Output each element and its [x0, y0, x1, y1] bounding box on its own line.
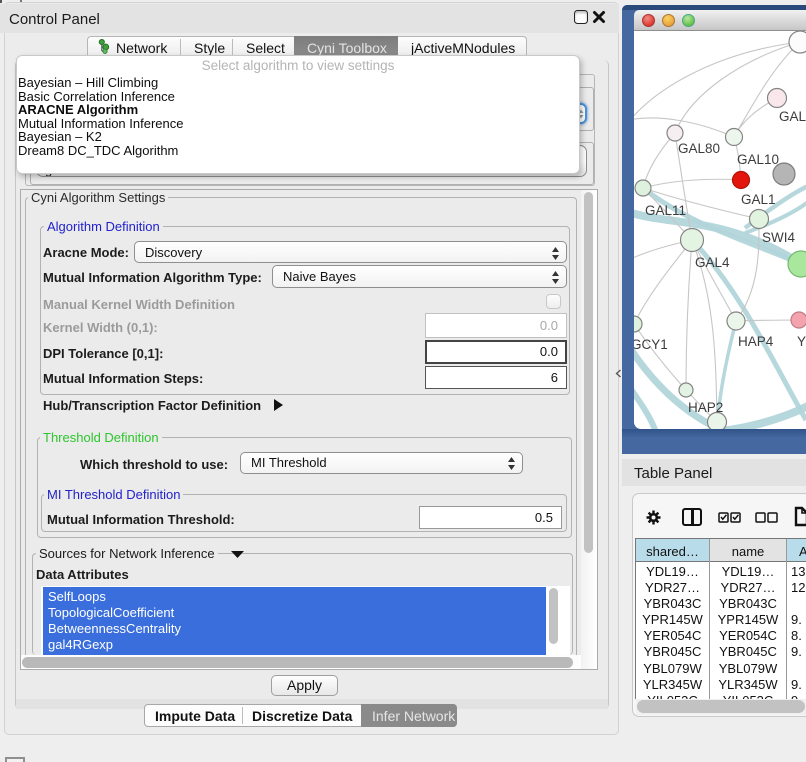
svg-text:SWI4: SWI4	[762, 230, 795, 245]
svg-text:GCY1: GCY1	[634, 337, 668, 352]
svg-text:GAL11: GAL11	[645, 203, 686, 218]
svg-text:GAL2: GAL2	[779, 109, 806, 124]
svg-text:GAL80: GAL80	[678, 141, 720, 156]
svg-text:GAL1: GAL1	[741, 192, 776, 207]
svg-text:GAL4: GAL4	[695, 255, 730, 270]
svg-text:HAP4: HAP4	[738, 334, 774, 349]
svg-text:YJ: YJ	[797, 334, 806, 349]
svg-text:HAP2: HAP2	[688, 400, 723, 415]
svg-text:GAL10: GAL10	[737, 152, 779, 167]
